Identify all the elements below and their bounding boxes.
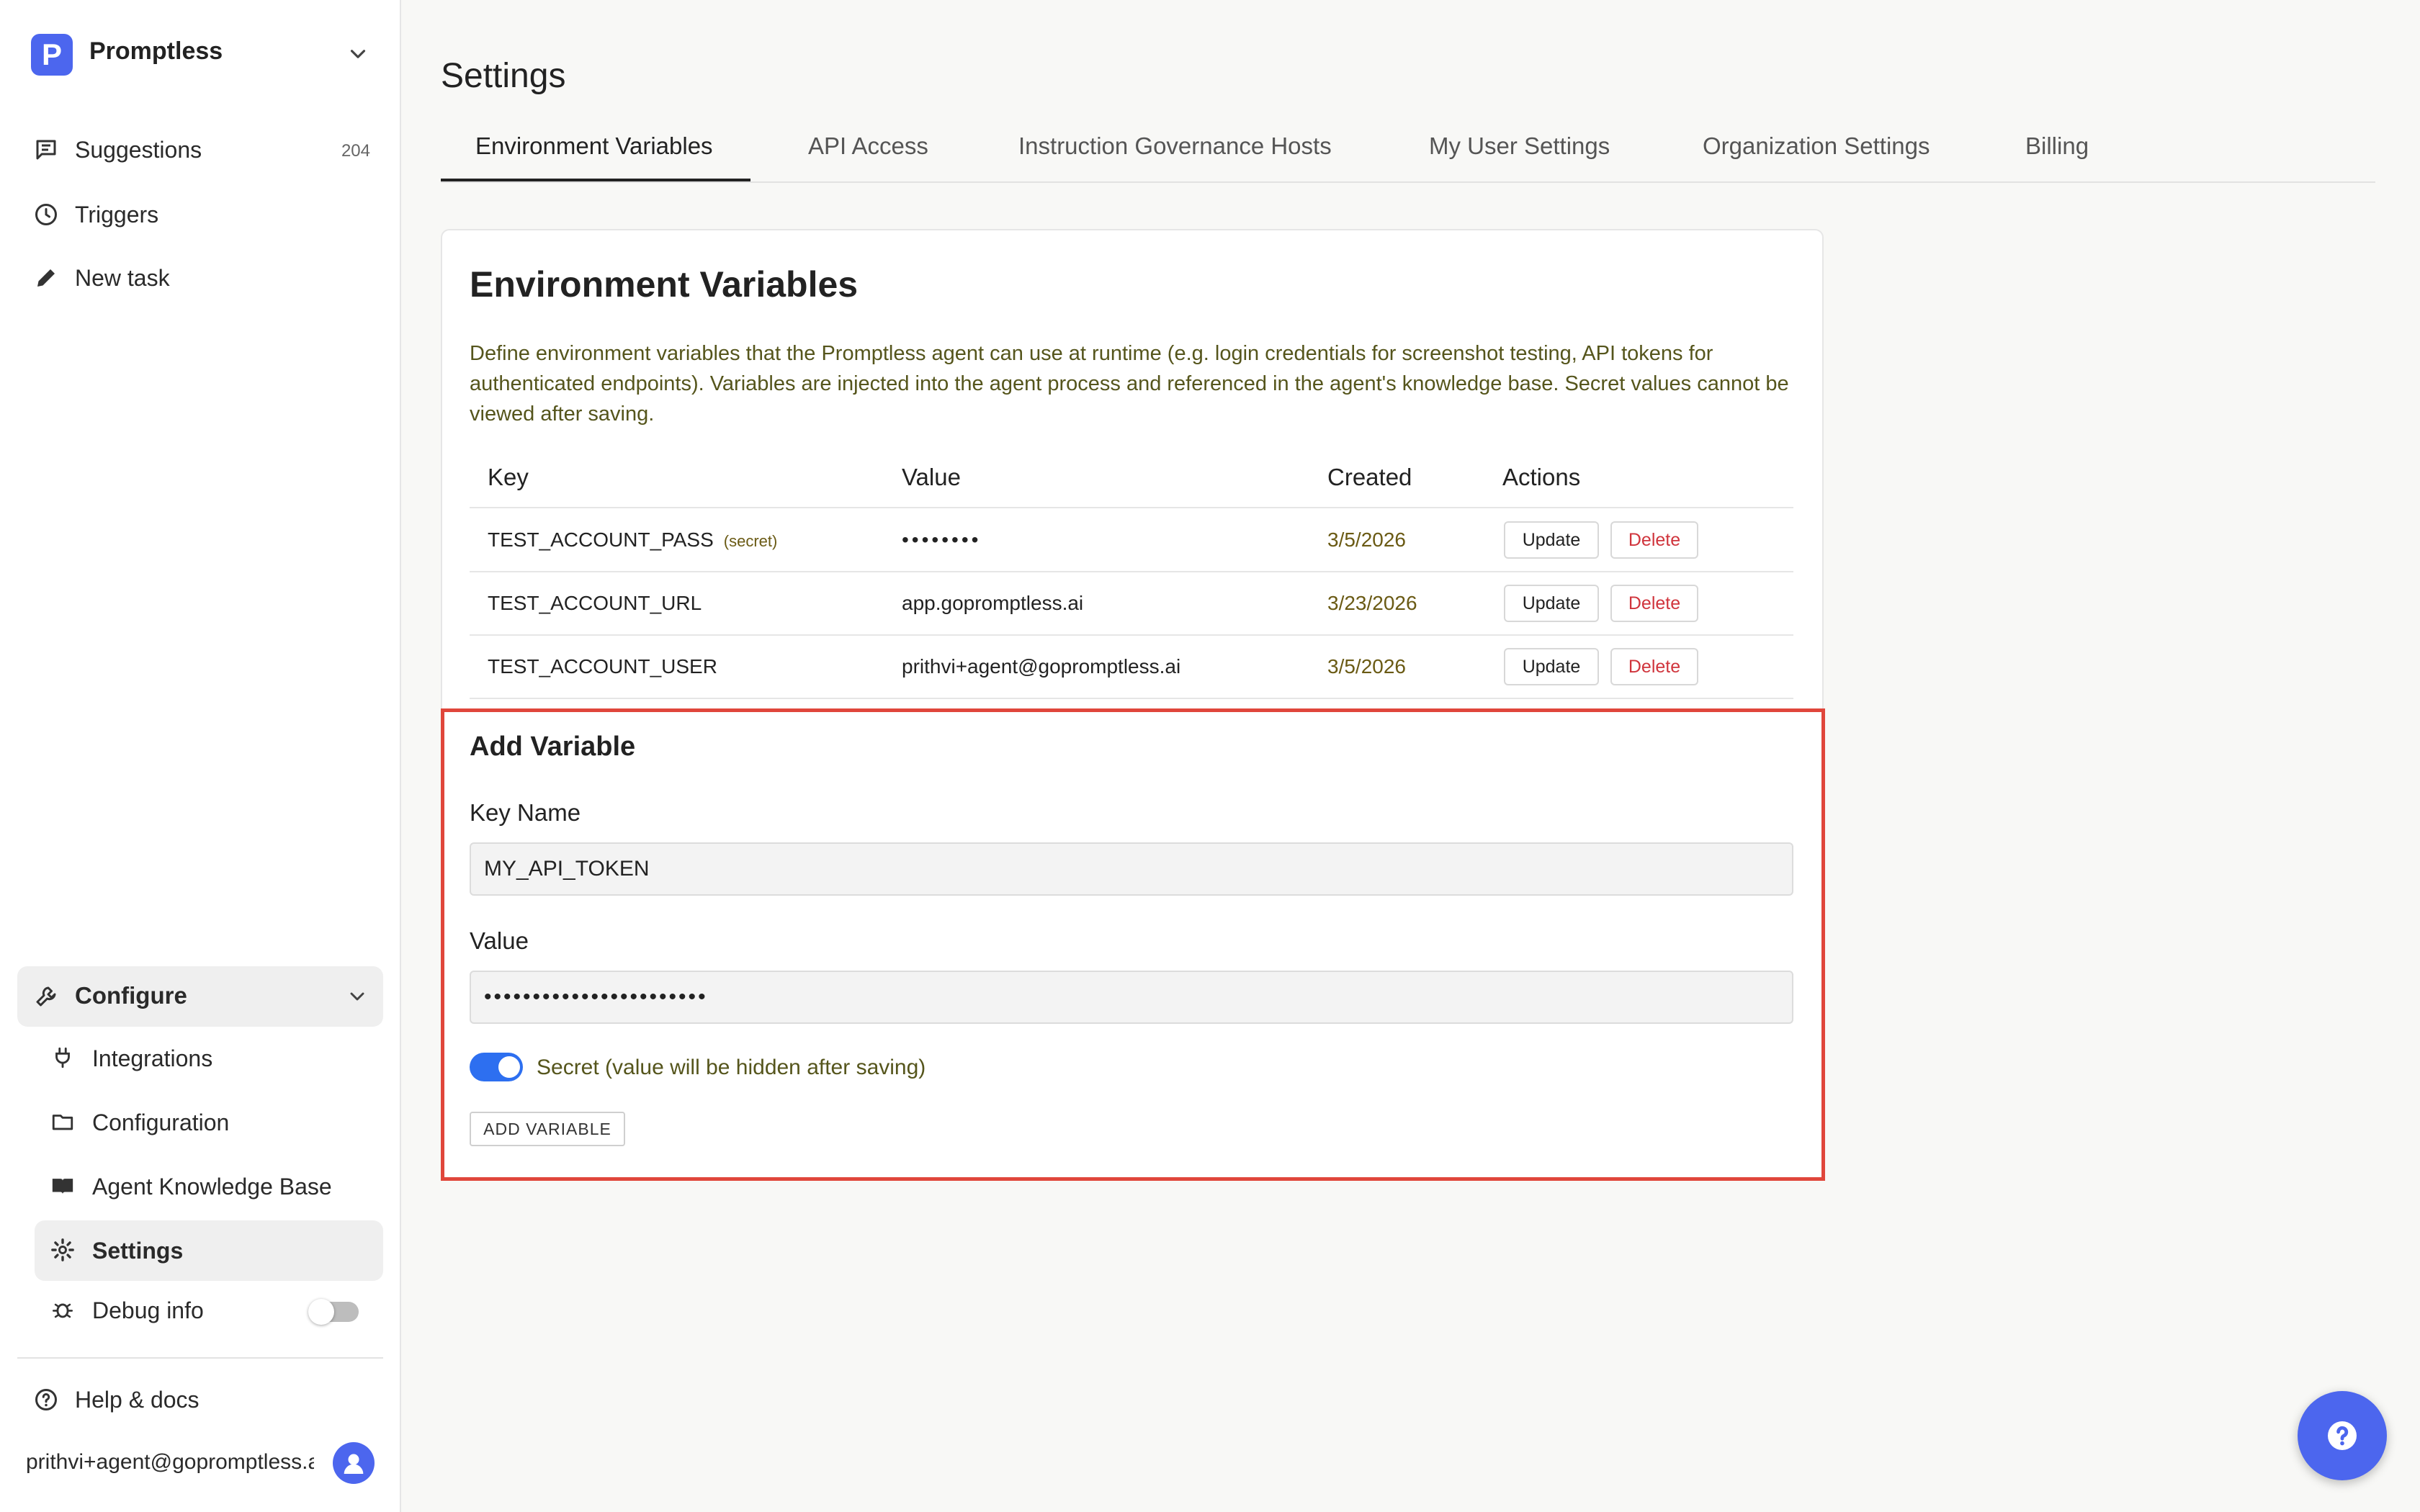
secret-toggle-label: Secret (value will be hidden after savin…: [537, 1056, 926, 1079]
update-button[interactable]: Update: [1504, 521, 1599, 559]
configure-section-toggle[interactable]: Configure: [17, 966, 383, 1027]
tab-my-user-settings[interactable]: My User Settings: [1429, 132, 1610, 160]
value-label: Value: [470, 927, 529, 954]
variable-key: TEST_ACCOUNT_PASS: [488, 528, 714, 551]
nav-item-suggestions[interactable]: Suggestions 204: [17, 122, 383, 177]
sidebar-item-label: Settings: [92, 1238, 184, 1264]
variable-created: 3/23/2026: [1327, 592, 1417, 614]
key-name-input[interactable]: [470, 842, 1793, 896]
toggle-knob: [308, 1299, 334, 1325]
book-icon: [52, 1179, 73, 1194]
sidebar-divider: [17, 1357, 383, 1359]
variable-created: 3/5/2026: [1327, 528, 1406, 551]
tab-api-access[interactable]: API Access: [808, 132, 928, 160]
key-name-label: Key Name: [470, 799, 581, 826]
user-email[interactable]: prithvi+agent@gopromptless.ai: [26, 1450, 314, 1475]
plug-icon: [55, 1047, 70, 1068]
nav-item-label: Triggers: [75, 202, 159, 228]
org-logo-icon: P: [31, 34, 73, 76]
help-circle-icon: [2328, 1421, 2357, 1450]
add-variable-title: Add Variable: [470, 732, 636, 762]
update-button[interactable]: Update: [1504, 585, 1599, 622]
sidebar: P Promptless Suggestions 204 Triggers Ne…: [0, 0, 401, 1512]
sidebar-item-agent-knowledge-base[interactable]: Agent Knowledge Base: [35, 1156, 383, 1217]
sidebar-item-label: Agent Knowledge Base: [92, 1174, 332, 1200]
chevron-down-icon[interactable]: [346, 42, 370, 66]
chevron-down-icon: [350, 992, 364, 1001]
column-header-created: Created: [1327, 464, 1412, 490]
sidebar-item-settings[interactable]: Settings: [35, 1220, 383, 1281]
org-name[interactable]: Promptless: [89, 37, 223, 66]
table-divider: [470, 634, 1793, 636]
tab-billing[interactable]: Billing: [2025, 132, 2089, 160]
card-description: Define environment variables that the Pr…: [470, 342, 1789, 426]
suggestions-count-badge: 204: [341, 141, 370, 161]
secret-tag: (secret): [723, 532, 778, 550]
help-circle-icon: [35, 1389, 57, 1410]
sidebar-item-label: Integrations: [92, 1045, 213, 1071]
settings-tabs: Environment Variables API Access Instruc…: [441, 120, 2375, 183]
configure-label: Configure: [75, 982, 187, 1009]
pencil-icon: [37, 269, 55, 287]
wrench-icon: [36, 986, 56, 1007]
nav-item-label: New task: [75, 265, 170, 291]
variable-value: prithvi+agent@gopromptless.ai: [902, 655, 1181, 678]
tab-organization-settings[interactable]: Organization Settings: [1703, 132, 1930, 160]
table-divider: [470, 507, 1793, 508]
value-input[interactable]: [470, 971, 1793, 1024]
nav-item-label: Help & docs: [75, 1387, 200, 1413]
nav-item-triggers[interactable]: Triggers: [17, 187, 383, 242]
sidebar-item-label: Debug info: [92, 1297, 204, 1323]
delete-button[interactable]: Delete: [1610, 585, 1698, 622]
toggle-knob: [498, 1056, 520, 1078]
folder-icon: [52, 1115, 73, 1130]
column-header-key: Key: [488, 464, 529, 490]
add-variable-form: [441, 708, 1825, 1181]
bug-icon: [52, 1303, 73, 1318]
update-button[interactable]: Update: [1504, 648, 1599, 685]
tab-instruction-governance-hosts[interactable]: Instruction Governance Hosts: [1018, 132, 1332, 160]
avatar[interactable]: [333, 1442, 375, 1484]
nav-item-help-docs[interactable]: Help & docs: [17, 1372, 383, 1427]
delete-button[interactable]: Delete: [1610, 521, 1698, 559]
table-row-key: TEST_ACCOUNT_PASS (secret): [488, 528, 777, 552]
column-header-actions: Actions: [1502, 464, 1581, 490]
delete-button[interactable]: Delete: [1610, 648, 1698, 685]
variable-key: TEST_ACCOUNT_URL: [488, 592, 702, 614]
column-header-value: Value: [902, 464, 961, 490]
variable-created: 3/5/2026: [1327, 655, 1406, 678]
sidebar-item-configuration[interactable]: Configuration: [35, 1092, 383, 1153]
nav-item-label: Suggestions: [75, 137, 202, 163]
variable-value: ••••••••: [902, 528, 982, 551]
active-tab-indicator: [441, 179, 750, 181]
debug-info-toggle[interactable]: [308, 1299, 359, 1325]
nav-item-new-task[interactable]: New task: [17, 251, 383, 305]
secret-toggle[interactable]: [470, 1053, 523, 1081]
table-divider: [470, 571, 1793, 572]
sidebar-item-label: Configuration: [92, 1110, 230, 1135]
message-icon: [36, 140, 56, 160]
table-divider: [470, 698, 1793, 699]
tab-environment-variables[interactable]: Environment Variables: [475, 132, 713, 160]
page-title: Settings: [441, 57, 566, 95]
help-floating-button[interactable]: [2298, 1391, 2387, 1480]
sidebar-item-integrations[interactable]: Integrations: [35, 1028, 383, 1089]
variable-key: TEST_ACCOUNT_USER: [488, 655, 717, 678]
clock-icon: [35, 204, 57, 225]
variable-value: app.gopromptless.ai: [902, 592, 1084, 614]
user-icon: [344, 1454, 364, 1474]
card-title: Environment Variables: [470, 264, 859, 305]
add-variable-button[interactable]: ADD VARIABLE: [470, 1112, 625, 1146]
gear-icon: [51, 1238, 74, 1261]
